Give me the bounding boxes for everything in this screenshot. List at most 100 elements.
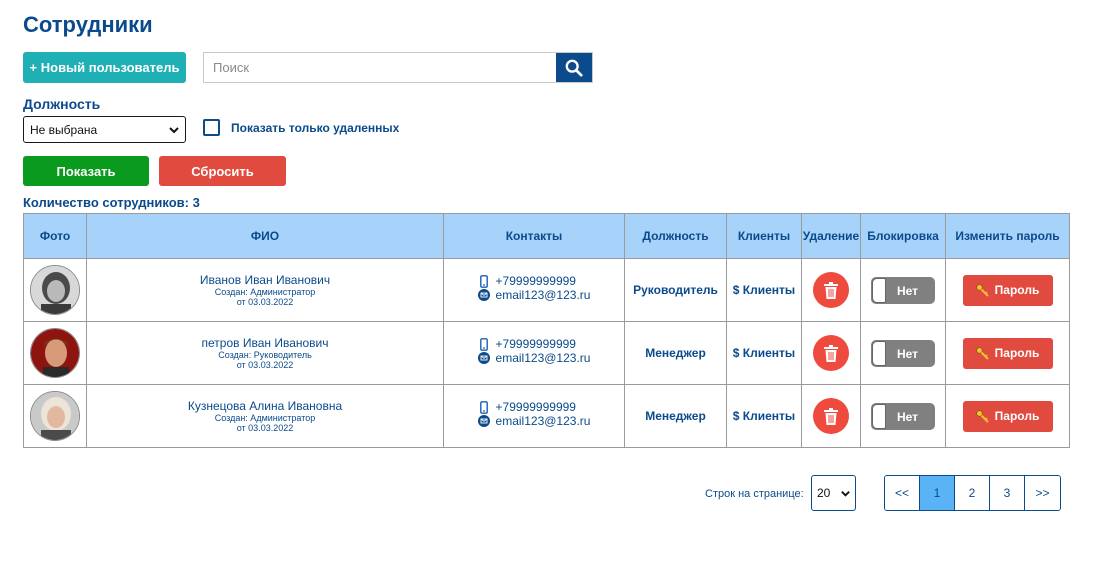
delete-cell — [801, 258, 861, 322]
avatar[interactable] — [30, 391, 80, 441]
block-toggle-label: Нет — [897, 346, 919, 361]
email[interactable]: email123@123.ru — [496, 351, 591, 365]
clients-link[interactable]: $ Клиенты — [733, 346, 795, 360]
position-cell: Менеджер — [624, 384, 727, 448]
page-first-button[interactable]: << — [885, 476, 920, 510]
toggle-knob — [872, 403, 886, 429]
photo-cell — [23, 321, 87, 385]
key-icon — [976, 409, 989, 423]
header-password: Изменить пароль — [945, 213, 1070, 259]
toggle-knob — [872, 340, 886, 366]
position-filter-label: Должность — [23, 96, 101, 112]
header-contacts: Контакты — [443, 213, 625, 259]
clients-cell: $ Клиенты — [726, 321, 802, 385]
block-toggle[interactable]: Нет — [871, 276, 935, 304]
position-cell: Руководитель — [624, 258, 727, 322]
position-cell: Менеджер — [624, 321, 727, 385]
password-label: Пароль — [994, 346, 1040, 360]
email-icon — [477, 352, 490, 364]
photo-cell — [23, 258, 87, 322]
page-last-button[interactable]: >> — [1025, 476, 1060, 510]
deleted-only-label: Показать только удаленных — [231, 121, 400, 135]
page-1-button[interactable]: 1 — [920, 476, 955, 510]
email-icon — [477, 289, 490, 301]
search-input[interactable] — [204, 53, 556, 82]
header-block: Блокировка — [860, 213, 946, 259]
position: Менеджер — [645, 346, 706, 360]
trash-icon — [824, 281, 838, 299]
avatar[interactable] — [30, 328, 80, 378]
block-cell: Нет — [860, 258, 946, 322]
contacts-cell: +79999999999 email123@123.ru — [443, 258, 625, 322]
name-cell: петров Иван Иванович Создан: Руководител… — [86, 321, 444, 385]
employee-name[interactable]: Кузнецова Алина Ивановна — [87, 399, 443, 413]
header-name: ФИО — [86, 213, 444, 259]
position: Руководитель — [633, 283, 718, 297]
contacts-cell: +79999999999 email123@123.ru — [443, 321, 625, 385]
key-icon — [976, 346, 989, 360]
created-by: Создан: Администратор — [214, 286, 316, 297]
rows-per-page-value: 20 — [817, 486, 831, 500]
email[interactable]: email123@123.ru — [496, 414, 591, 428]
name-cell: Иванов Иван Иванович Создан: Администрат… — [86, 258, 444, 322]
page-3-button[interactable]: 3 — [990, 476, 1025, 510]
password-cell: Пароль — [945, 384, 1070, 448]
password-cell: Пароль — [945, 321, 1070, 385]
delete-cell — [801, 321, 861, 385]
search-button[interactable] — [556, 53, 592, 82]
header-photo: Фото — [23, 213, 87, 259]
clients-link[interactable]: $ Клиенты — [733, 409, 795, 423]
rows-per-page-select[interactable]: 20 — [811, 475, 856, 511]
block-toggle[interactable]: Нет — [871, 402, 935, 430]
block-toggle-label: Нет — [897, 409, 919, 424]
header-clients: Клиенты — [726, 213, 802, 259]
page-2-button[interactable]: 2 — [955, 476, 990, 510]
key-icon — [976, 283, 989, 297]
block-cell: Нет — [860, 321, 946, 385]
phone[interactable]: +79999999999 — [496, 337, 576, 351]
phone-icon — [479, 274, 488, 288]
table-row: Кузнецова Алина Ивановна Создан: Админис… — [23, 384, 1070, 448]
clients-cell: $ Клиенты — [726, 384, 802, 448]
new-user-button[interactable]: + Новый пользователь — [23, 52, 186, 83]
toggle-knob — [872, 277, 886, 303]
chevron-down-icon — [169, 127, 179, 134]
password-label: Пароль — [994, 283, 1040, 297]
phone[interactable]: +79999999999 — [496, 274, 576, 288]
email[interactable]: email123@123.ru — [496, 288, 591, 302]
delete-button[interactable] — [813, 335, 849, 371]
table-row: Иванов Иван Иванович Создан: Администрат… — [23, 258, 1070, 322]
rows-per-page-label: Строк на странице: — [705, 488, 804, 500]
change-password-button[interactable]: Пароль — [962, 337, 1053, 369]
block-cell: Нет — [860, 384, 946, 448]
delete-button[interactable] — [813, 398, 849, 434]
employee-name[interactable]: петров Иван Иванович — [87, 336, 443, 350]
clients-cell: $ Клиенты — [726, 258, 802, 322]
show-button[interactable]: Показать — [23, 156, 149, 186]
change-password-button[interactable]: Пароль — [962, 274, 1053, 306]
block-toggle-label: Нет — [897, 283, 919, 298]
employees-table: Фото ФИО Контакты Должность Клиенты Удал… — [23, 213, 1070, 448]
delete-cell — [801, 384, 861, 448]
table-row: петров Иван Иванович Создан: Руководител… — [23, 321, 1070, 385]
chevron-down-icon — [841, 491, 850, 497]
position-select[interactable]: Не выбрана — [23, 116, 186, 143]
phone[interactable]: +79999999999 — [496, 400, 576, 414]
delete-button[interactable] — [813, 272, 849, 308]
created-by: Создан: Руководитель — [218, 349, 312, 360]
avatar-photo — [31, 266, 79, 314]
employee-name[interactable]: Иванов Иван Иванович — [87, 273, 443, 287]
block-toggle[interactable]: Нет — [871, 339, 935, 367]
created-at: от 03.03.2022 — [236, 422, 294, 433]
header-position: Должность — [624, 213, 727, 259]
change-password-button[interactable]: Пароль — [962, 400, 1053, 432]
avatar[interactable] — [30, 265, 80, 315]
avatar-photo — [31, 329, 79, 377]
password-cell: Пароль — [945, 258, 1070, 322]
created-by: Создан: Администратор — [214, 412, 316, 423]
created-at: от 03.03.2022 — [236, 359, 294, 370]
reset-button[interactable]: Сбросить — [159, 156, 286, 186]
trash-icon — [824, 407, 838, 425]
deleted-only-checkbox[interactable] — [203, 119, 220, 136]
clients-link[interactable]: $ Клиенты — [733, 283, 795, 297]
